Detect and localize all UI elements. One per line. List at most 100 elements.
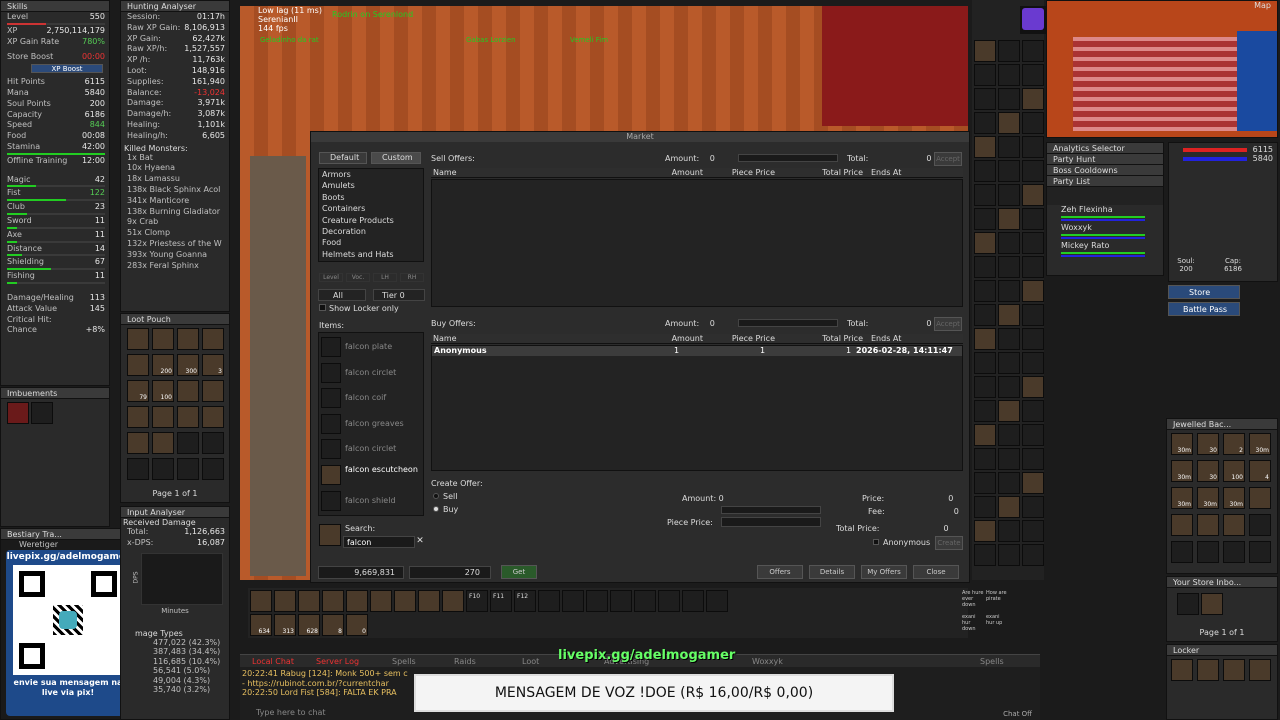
- market-item[interactable]: falcon coif: [345, 393, 421, 403]
- equipment-slot[interactable]: [1022, 232, 1044, 254]
- chat-tab[interactable]: Local Chat: [252, 657, 294, 666]
- equipment-slot[interactable]: [974, 256, 996, 278]
- equipment-slot[interactable]: [974, 472, 996, 494]
- hotkey-slot[interactable]: [322, 590, 344, 612]
- backpack-slot[interactable]: 30m: [1171, 460, 1193, 482]
- equipment-slot[interactable]: [1022, 304, 1044, 326]
- chat-tab[interactable]: Woxxyk: [752, 657, 783, 666]
- hotkey-slot[interactable]: [682, 590, 704, 612]
- sell-amount-slider[interactable]: [738, 154, 838, 162]
- loot-slot[interactable]: 200: [152, 354, 174, 376]
- equipment-slot[interactable]: [974, 400, 996, 422]
- backpack-slot[interactable]: 30m: [1223, 487, 1245, 509]
- item-icon[interactable]: [321, 465, 341, 485]
- items-list[interactable]: falcon plate falcon circlet falcon coif fal…: [318, 332, 424, 516]
- loot-slot[interactable]: 3: [202, 354, 224, 376]
- equipment-slot[interactable]: [1022, 256, 1044, 278]
- category-list[interactable]: Armors Amulets Boots Containers Creature Pro…: [318, 168, 424, 262]
- backpack-slot[interactable]: [1223, 541, 1245, 563]
- locker-slot[interactable]: [1223, 659, 1245, 681]
- backpack-slot[interactable]: [1197, 541, 1219, 563]
- minimap[interactable]: Map: [1046, 0, 1278, 138]
- create-amount-slider[interactable]: [721, 506, 821, 514]
- get-coins-button[interactable]: Get: [501, 565, 537, 579]
- backpack-slot[interactable]: 100: [1223, 460, 1245, 482]
- hotkey-slot[interactable]: 628: [298, 614, 320, 636]
- tab-default[interactable]: Default: [319, 152, 367, 164]
- category-item[interactable]: Decoration: [319, 226, 423, 237]
- equipment-slot[interactable]: [1022, 520, 1044, 542]
- equipment-slot[interactable]: [1022, 160, 1044, 182]
- hotkey-slot[interactable]: F10: [466, 590, 488, 612]
- equipment-slot[interactable]: [1022, 40, 1044, 62]
- item-icon[interactable]: [321, 413, 341, 434]
- hotkey-slot[interactable]: [370, 590, 392, 612]
- loot-slot[interactable]: [177, 380, 199, 402]
- loot-slot[interactable]: 300: [177, 354, 199, 376]
- equipment-slot[interactable]: [1022, 472, 1044, 494]
- all-select[interactable]: All: [318, 289, 366, 301]
- hotkey-slot[interactable]: [250, 590, 272, 612]
- party-hunt-title[interactable]: Party Hunt: [1047, 154, 1163, 165]
- filter-button[interactable]: LH: [373, 273, 397, 282]
- equipment-slot[interactable]: [974, 208, 996, 230]
- market-item[interactable]: falcon circlet: [345, 444, 421, 454]
- equipment-slot[interactable]: [974, 376, 996, 398]
- hotkey-slot[interactable]: [394, 590, 416, 612]
- chat-tab[interactable]: Spells: [392, 657, 416, 666]
- equipment-slot[interactable]: [1022, 136, 1044, 158]
- party-member[interactable]: Zeh Flexinha: [1047, 205, 1163, 223]
- analytics-selector-title[interactable]: Analytics Selector: [1047, 143, 1163, 154]
- sell-offers-table[interactable]: [431, 179, 963, 307]
- sell-radio[interactable]: Sell: [433, 492, 457, 501]
- loot-slot[interactable]: 79: [127, 380, 149, 402]
- column-header[interactable]: Piece Price: [715, 168, 775, 178]
- column-header[interactable]: Ends At: [871, 334, 931, 344]
- hotkey-slot[interactable]: [634, 590, 656, 612]
- hotkey-slot[interactable]: F11: [490, 590, 512, 612]
- category-item[interactable]: Amulets: [319, 180, 423, 191]
- equipment-slot[interactable]: [974, 496, 996, 518]
- hotkey-slot[interactable]: 0: [346, 614, 368, 636]
- filter-button[interactable]: RH: [400, 273, 424, 282]
- equipment-slot[interactable]: [974, 424, 996, 446]
- equipment-slot[interactable]: [998, 304, 1020, 326]
- sell-accept-button[interactable]: Accept: [934, 152, 962, 166]
- backpack-slot[interactable]: [1249, 487, 1271, 509]
- equipment-slot[interactable]: [998, 448, 1020, 470]
- backpack-slot[interactable]: 30m: [1249, 433, 1271, 455]
- equipment-slot[interactable]: [1022, 88, 1044, 110]
- equipment-slot[interactable]: [998, 352, 1020, 374]
- equipment-slot[interactable]: [974, 64, 996, 86]
- offers-button[interactable]: Offers: [757, 565, 803, 579]
- equipment-slot[interactable]: [974, 544, 996, 566]
- chat-off-button[interactable]: Chat Off: [1003, 710, 1032, 718]
- backpack-slot[interactable]: 2: [1223, 433, 1245, 455]
- category-item[interactable]: Armors: [319, 169, 423, 180]
- column-header[interactable]: Total Price: [803, 334, 863, 344]
- equipment-slot[interactable]: [974, 232, 996, 254]
- category-item[interactable]: Food: [319, 237, 423, 248]
- loot-slot[interactable]: [127, 406, 149, 428]
- column-header[interactable]: Name: [433, 168, 513, 178]
- hotkey-slot[interactable]: [538, 590, 560, 612]
- equipment-slot[interactable]: [1022, 208, 1044, 230]
- backpack-slot[interactable]: [1171, 541, 1193, 563]
- hotkey-slot[interactable]: [658, 590, 680, 612]
- xp-boost-button[interactable]: XP Boost: [31, 64, 103, 74]
- inbox-slot[interactable]: [1177, 593, 1199, 615]
- loot-slot[interactable]: [152, 432, 174, 454]
- equipment-slot[interactable]: [1022, 352, 1044, 374]
- buy-amount-slider[interactable]: [738, 319, 838, 327]
- equipment-slot[interactable]: [974, 160, 996, 182]
- column-header[interactable]: Piece Price: [715, 334, 775, 344]
- chat-tab[interactable]: Server Log: [316, 657, 359, 666]
- equipment-slot[interactable]: [998, 136, 1020, 158]
- loot-slot[interactable]: [202, 380, 224, 402]
- equipment-slot[interactable]: [998, 256, 1020, 278]
- hotkey-slot[interactable]: [586, 590, 608, 612]
- hotkey-slot[interactable]: F12: [514, 590, 536, 612]
- equipment-slot[interactable]: [1022, 184, 1044, 206]
- chat-tab[interactable]: Raids: [454, 657, 476, 666]
- equipment-slot[interactable]: [974, 304, 996, 326]
